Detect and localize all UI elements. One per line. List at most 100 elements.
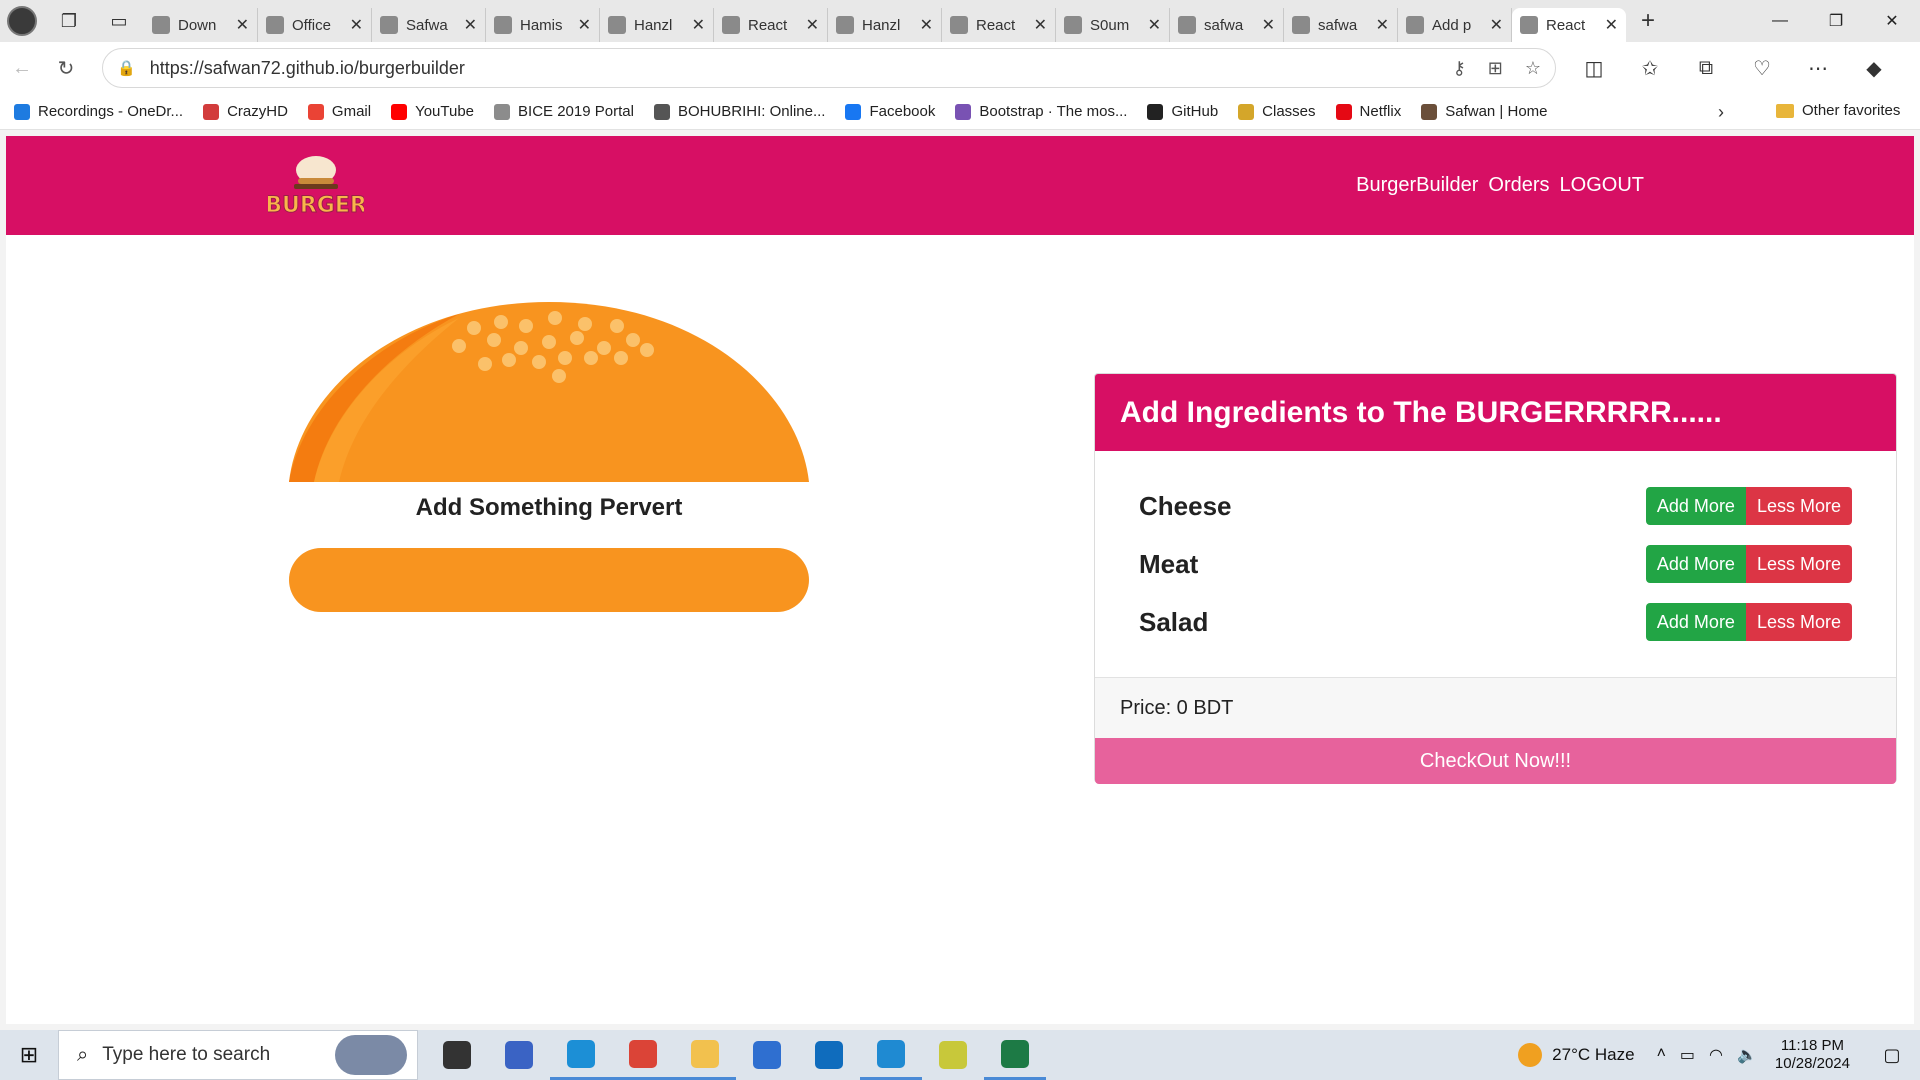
close-tab-icon[interactable]: ✕	[350, 15, 363, 35]
chrome-icon[interactable]	[612, 1030, 674, 1080]
app-icon[interactable]	[488, 1030, 550, 1080]
checkout-button[interactable]: CheckOut Now!!!	[1095, 738, 1896, 784]
close-tab-icon[interactable]: ✕	[1376, 15, 1389, 35]
close-tab-icon[interactable]: ✕	[1605, 15, 1618, 35]
app-icon[interactable]	[922, 1030, 984, 1080]
clock[interactable]: 11:18 PM 10/28/2024	[1775, 1037, 1850, 1073]
browser-tab[interactable]: S0um ✕	[1056, 8, 1170, 42]
browser-tab[interactable]: safwa ✕	[1170, 8, 1284, 42]
add-more-button[interactable]: Add More	[1645, 545, 1746, 583]
weather-widget[interactable]: 27°C Haze	[1518, 1043, 1635, 1067]
tab-actions-icon[interactable]: ▭	[94, 0, 144, 42]
close-tab-icon[interactable]: ✕	[806, 15, 819, 35]
volume-icon[interactable]: 🔈	[1737, 1045, 1757, 1065]
vscode-icon[interactable]	[860, 1030, 922, 1080]
bookmark-item[interactable]: BOHUBRIHI: Online...	[653, 103, 825, 120]
close-tab-icon[interactable]: ✕	[236, 15, 249, 35]
ingredient-list: Cheese Add More Less More Meat Add More Less …	[1095, 451, 1896, 677]
profile-button[interactable]	[0, 0, 44, 42]
close-window-icon[interactable]: ✕	[1864, 0, 1920, 42]
apps-icon[interactable]: ⊞	[1488, 58, 1503, 79]
key-icon[interactable]: ⚷	[1453, 58, 1466, 79]
restore-icon[interactable]: ❐	[1808, 0, 1864, 42]
more-icon[interactable]: ⋯	[1790, 48, 1846, 88]
search-highlight-image[interactable]	[335, 1035, 407, 1075]
nav-link[interactable]: LOGOUT	[1560, 174, 1644, 197]
minimize-icon[interactable]: —	[1752, 0, 1808, 42]
store-icon[interactable]	[736, 1030, 798, 1080]
file-explorer-icon[interactable]	[674, 1030, 736, 1080]
browser-tab[interactable]: Office ✕	[258, 8, 372, 42]
less-more-button[interactable]: Less More	[1745, 545, 1852, 583]
chevron-right-icon[interactable]: ›	[1718, 102, 1724, 123]
bookmark-item[interactable]: BICE 2019 Portal	[494, 103, 634, 120]
close-tab-icon[interactable]: ✕	[692, 15, 705, 35]
close-tab-icon[interactable]: ✕	[578, 15, 591, 35]
url-field[interactable]: 🔒 https://safwan72.github.io/burgerbuild…	[102, 48, 1556, 88]
close-tab-icon[interactable]: ✕	[1148, 15, 1161, 35]
bookmark-item[interactable]: Classes	[1238, 103, 1316, 120]
excel-icon[interactable]	[984, 1030, 1046, 1080]
heart-pulse-icon[interactable]: ♡	[1734, 48, 1790, 88]
web-page: BURGER BurgerBuilder Orders LOGOUT Add Som…	[6, 136, 1914, 1024]
bookmark-item[interactable]: GitHub	[1147, 103, 1218, 120]
bookmark-item[interactable]: YouTube	[391, 103, 474, 120]
browser-tab[interactable]: React ✕	[1512, 8, 1626, 42]
browser-tab[interactable]: Safwa ✕	[372, 8, 486, 42]
browser-tab[interactable]: React ✕	[714, 8, 828, 42]
chevron-up-icon[interactable]: ˄	[1657, 1045, 1666, 1065]
browser-tab[interactable]: Hanzl ✕	[828, 8, 942, 42]
task-view-icon[interactable]	[426, 1030, 488, 1080]
refresh-icon[interactable]: ↻	[44, 48, 88, 88]
code-icon	[836, 16, 854, 34]
close-tab-icon[interactable]: ✕	[1034, 15, 1047, 35]
workspaces-icon[interactable]: ❐	[44, 0, 94, 42]
back-arrow-icon[interactable]: ←	[0, 48, 44, 88]
edge-icon[interactable]	[550, 1030, 612, 1080]
bookmark-icon	[653, 103, 670, 120]
url-text[interactable]: https://safwan72.github.io/burgerbuilder	[150, 58, 1453, 79]
outlook-icon[interactable]	[798, 1030, 860, 1080]
favorites-icon[interactable]: ✩	[1622, 48, 1678, 88]
taskbar-search[interactable]: ⌕ Type here to search	[58, 1030, 418, 1080]
favorite-star-icon[interactable]: ☆	[1525, 58, 1541, 79]
browser-tab[interactable]: Hanzl ✕	[600, 8, 714, 42]
split-screen-icon[interactable]: ◫	[1566, 48, 1622, 88]
collections-icon[interactable]: ⧉	[1678, 48, 1734, 88]
nav-link[interactable]: Orders	[1488, 174, 1549, 197]
browser-tab[interactable]: Hamis ✕	[486, 8, 600, 42]
bookmark-item[interactable]: CrazyHD	[203, 103, 288, 120]
bookmark-item[interactable]: Gmail	[307, 103, 371, 120]
less-more-button[interactable]: Less More	[1745, 603, 1852, 641]
close-tab-icon[interactable]: ✕	[1262, 15, 1275, 35]
folder-icon	[1776, 103, 1794, 118]
bread-top	[289, 302, 809, 482]
less-more-button[interactable]: Less More	[1745, 487, 1852, 525]
add-more-button[interactable]: Add More	[1645, 603, 1746, 641]
browser-tab[interactable]: Down ✕	[144, 8, 258, 42]
vite-icon	[722, 16, 740, 34]
notification-icon[interactable]: ▢	[1872, 1045, 1912, 1066]
bookmark-item[interactable]: Facebook	[845, 103, 935, 120]
add-more-button[interactable]: Add More	[1645, 487, 1746, 525]
browser-tab[interactable]: Add p ✕	[1398, 8, 1512, 42]
browser-tab[interactable]: safwa ✕	[1284, 8, 1398, 42]
burger-logo[interactable]: BURGER	[268, 152, 364, 220]
bookmark-item[interactable]: Recordings - OneDr...	[14, 103, 183, 120]
close-tab-icon[interactable]: ✕	[464, 15, 477, 35]
ingredient-row: Meat Add More Less More	[1139, 535, 1852, 593]
bookmark-item[interactable]: Safwan | Home	[1421, 103, 1548, 120]
copilot-icon[interactable]: ◆	[1846, 48, 1902, 88]
browser-tab[interactable]: React ✕	[942, 8, 1056, 42]
windows-start-icon[interactable]: ⊞	[0, 1030, 58, 1080]
other-favorites[interactable]: Other favorites	[1776, 102, 1900, 119]
battery-icon[interactable]: ▭	[1680, 1045, 1695, 1065]
nav-link[interactable]: BurgerBuilder	[1356, 174, 1478, 197]
close-tab-icon[interactable]: ✕	[920, 15, 933, 35]
new-tab-button[interactable]: +	[1626, 0, 1670, 42]
close-tab-icon[interactable]: ✕	[1490, 15, 1503, 35]
bookmark-item[interactable]: Bootstrap · The mos...	[955, 103, 1127, 120]
lock-icon[interactable]: 🔒	[117, 59, 136, 77]
bookmark-item[interactable]: Netflix	[1335, 103, 1401, 120]
wifi-icon[interactable]: ◠	[1709, 1045, 1723, 1065]
